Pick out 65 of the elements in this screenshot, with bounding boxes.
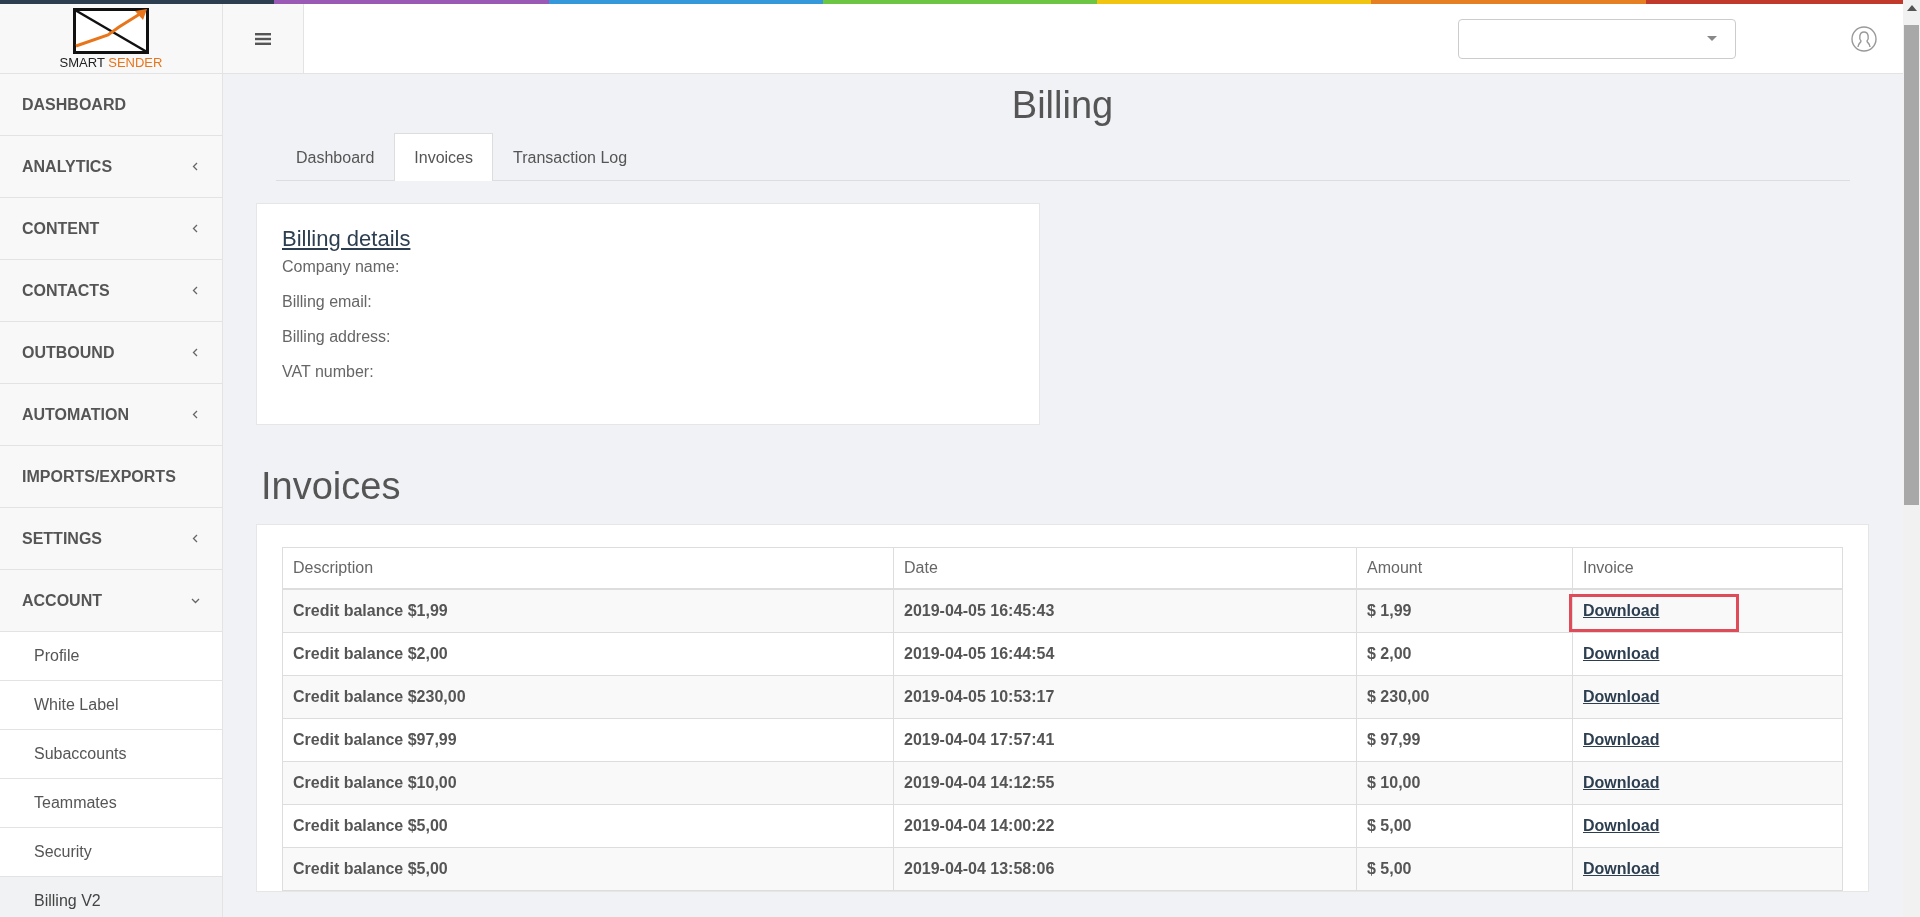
chevron-left-icon [191,348,200,357]
table-cell: $ 97,99 [1356,718,1573,762]
tab[interactable]: Invoices [394,133,493,181]
sidebar-item[interactable]: ANALYTICS [0,136,222,198]
chevron-down-icon [191,596,200,605]
table-cell: 2019-04-05 16:45:43 [893,589,1357,633]
download-link[interactable]: Download [1583,731,1660,749]
field-label: VAT number: [282,363,375,381]
dropdown-field[interactable] [1458,18,1736,59]
logo-text: SENDER [108,54,163,70]
table-cell: $ 10,00 [1356,761,1573,805]
sidebar-item[interactable]: DASHBOARD [0,74,222,136]
tab[interactable]: Dashboard [276,133,395,180]
table-cell: $ 5,00 [1356,847,1573,891]
page-title: Billing [1010,84,1115,127]
table-cell: 2019-04-04 14:12:55 [893,761,1357,805]
table-cell: $ 230,00 [1356,675,1573,719]
table-cell: 2019-04-05 16:44:54 [893,632,1357,676]
table-cell: Credit balance $5,00 [282,804,894,848]
sidebar-item[interactable]: ACCOUNT [0,570,222,632]
table-cell: 2019-04-04 14:00:22 [893,804,1357,848]
chevron-left-icon [191,162,200,171]
chevron-left-icon [191,224,200,233]
table-cell: 2019-04-04 13:58:06 [893,847,1357,891]
sidebar-item[interactable]: OUTBOUND [0,322,222,384]
field-label: Company name: [282,258,401,276]
download-link[interactable]: Download [1583,860,1660,878]
chevron-left-icon [191,534,200,543]
sidebar-item[interactable]: CONTENT [0,198,222,260]
logo-text: SMART [59,54,105,70]
table-cell: Credit balance $2,00 [282,632,894,676]
table-cell: $ 5,00 [1356,804,1573,848]
download-link[interactable]: Download [1583,688,1660,706]
table-cell: $ 1,99 [1356,589,1573,633]
table-cell: 2019-04-05 10:53:17 [893,675,1357,719]
table-cell: Credit balance $230,00 [282,675,894,719]
menu-icon[interactable] [223,4,304,73]
download-link[interactable]: Download [1583,817,1660,835]
table-cell: 2019-04-04 17:57:41 [893,718,1357,762]
sidebar-subitem[interactable]: Billing V2 [0,877,222,917]
user-icon[interactable] [1851,25,1877,52]
card-title[interactable]: Billing details [282,226,1014,252]
section-title: Invoices [261,465,402,508]
table-cell: $ 2,00 [1356,632,1573,676]
download-link[interactable]: Download [1583,774,1660,792]
chevron-left-icon [191,286,200,295]
field-label: Billing address: [282,328,392,346]
table-cell: Credit balance $97,99 [282,718,894,762]
logo[interactable]: SMART SENDER [0,4,222,74]
table-cell: Credit balance $10,00 [282,761,894,805]
arrow-up-icon [1906,5,1917,11]
download-link[interactable]: Download [1583,645,1660,663]
scrollbar[interactable] [1903,0,1920,917]
field-label: Billing email: [282,293,373,311]
sidebar-item[interactable]: IMPORTS/EXPORTS [0,446,222,508]
table-cell: Credit balance $5,00 [282,847,894,891]
download-link[interactable]: Download [1583,602,1660,620]
chevron-left-icon [191,410,200,419]
sidebar-item[interactable]: SETTINGS [0,508,222,570]
table-cell: Credit balance $1,99 [282,589,894,633]
caret-icon [1707,35,1717,42]
sidebar-item[interactable]: AUTOMATION [0,384,222,446]
tab[interactable]: Transaction Log [493,133,648,180]
envelope-chart-icon [73,7,149,54]
sidebar-item[interactable]: CONTACTS [0,260,222,322]
